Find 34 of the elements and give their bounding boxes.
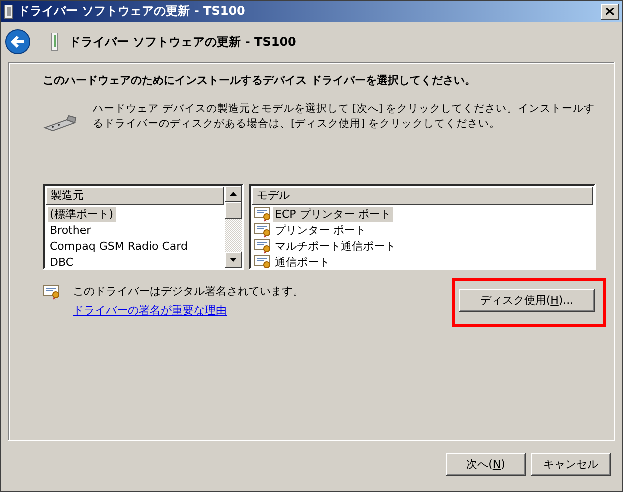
dialog-button[interactable]: 次へ(N) bbox=[446, 453, 526, 476]
certificate-icon bbox=[254, 238, 272, 254]
scroll-down-button[interactable] bbox=[225, 252, 242, 268]
description-text: ハードウェア デバイスの製造元とモデルを選択して [次へ] をクリックしてください。インストールするドライバーのディスクがある場合は、[ディスク使用] をクリックしてください。 bbox=[93, 102, 596, 132]
device-icon bbox=[51, 33, 59, 51]
scroll-up-button[interactable] bbox=[225, 186, 242, 202]
device-icon bbox=[4, 4, 14, 18]
wizard-title: ドライバー ソフトウェアの更新 - TS100 bbox=[69, 34, 296, 50]
window-title: ドライバー ソフトウェアの更新 - TS100 bbox=[18, 3, 246, 20]
dialog-button[interactable]: キャンセル bbox=[531, 453, 611, 476]
close-icon bbox=[606, 8, 614, 15]
list-item[interactable]: 通信ポート bbox=[273, 254, 332, 268]
up-arrow-icon bbox=[230, 192, 237, 196]
scrollbar-thumb[interactable] bbox=[225, 202, 242, 219]
list-item[interactable]: DBC bbox=[48, 254, 76, 268]
signature-link[interactable]: ドライバーの署名が重要な理由 bbox=[73, 303, 304, 318]
instruction-heading: このハードウェアのためにインストールするデバイス ドライバーを選択してください。 bbox=[43, 73, 477, 88]
down-arrow-icon bbox=[230, 258, 237, 262]
port-connector-icon bbox=[43, 114, 77, 132]
column-header[interactable]: 製造元 bbox=[46, 187, 224, 205]
list-item[interactable]: マルチポート通信ポート bbox=[273, 238, 398, 254]
certificate-icon bbox=[254, 206, 272, 222]
list-item[interactable]: (標準ポート) bbox=[48, 206, 116, 222]
disk-button[interactable]: ディスク使用(H)... bbox=[459, 289, 595, 312]
list-item[interactable]: Compaq GSM Radio Card bbox=[48, 238, 190, 254]
certificate-icon bbox=[43, 284, 61, 300]
list-item[interactable]: Brother bbox=[48, 222, 94, 238]
back-button[interactable] bbox=[5, 29, 31, 55]
close-button[interactable] bbox=[601, 4, 619, 20]
list-item[interactable]: プリンター ポート bbox=[273, 222, 368, 238]
certificate-icon bbox=[254, 222, 272, 238]
column-header[interactable]: モデル bbox=[252, 187, 593, 205]
signature-status-text: このドライバーはデジタル署名されています。 bbox=[73, 284, 304, 299]
list-item[interactable]: ECP プリンター ポート bbox=[273, 206, 394, 222]
